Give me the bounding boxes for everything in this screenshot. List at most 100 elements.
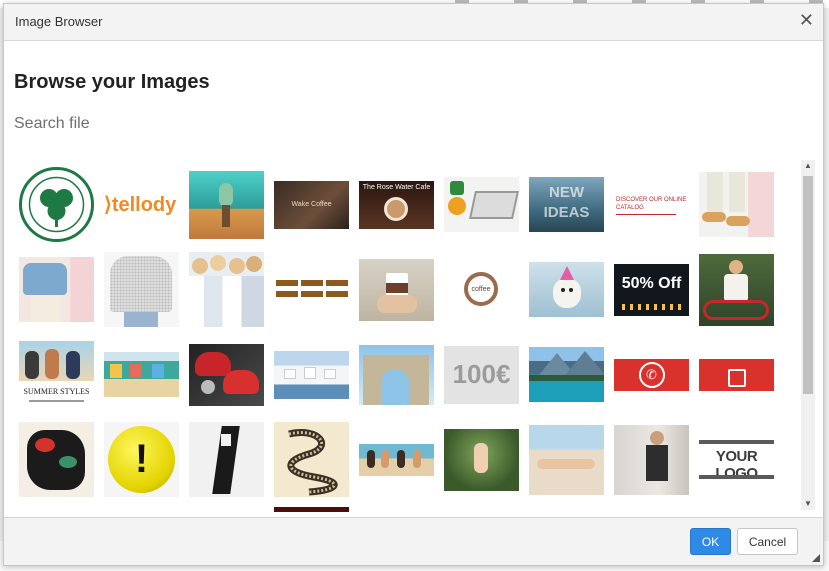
thumbnail[interactable] — [359, 337, 434, 412]
thumbnail[interactable]: coffee — [444, 252, 519, 327]
black-figure-image — [189, 422, 264, 497]
thumbnail-caption: DISCOVER OUR ONLINE CATALOG — [616, 197, 687, 211]
tiger-art-image — [19, 422, 94, 497]
thumbnail[interactable]: ✆ — [614, 337, 689, 412]
image-grid-viewport: ⟩tellody Wake Coffee The Rose Water Cafe — [4, 160, 799, 512]
santorini-image — [274, 350, 349, 399]
thumbnail-caption: NEW IDEAS — [543, 184, 590, 221]
thumbnail-caption: ! — [134, 437, 149, 481]
fifty-off-image: 50% Off — [614, 263, 689, 316]
woman-with-bike-image — [699, 253, 774, 326]
woman-mirror-image — [614, 424, 689, 495]
woman-on-beach-image — [529, 424, 604, 495]
thumbnail[interactable] — [614, 422, 689, 497]
thumbnail[interactable] — [274, 337, 349, 412]
scroll-down-icon[interactable]: ▼ — [801, 498, 815, 510]
coffee-stamp-image: coffee — [444, 252, 519, 327]
desk-laptop-image — [444, 177, 519, 232]
thumbnail[interactable] — [104, 337, 179, 412]
stone-arch-image — [359, 344, 434, 405]
thumbnail[interactable] — [19, 252, 94, 327]
thumbnail[interactable]: DISCOVER OUR ONLINE CATALOG — [614, 167, 689, 242]
thumbnail[interactable] — [189, 252, 264, 327]
shopping-button-image — [699, 358, 774, 391]
thumbnail-caption: 100€ — [452, 359, 511, 389]
tellody-logo-image: ⟩tellody — [104, 190, 179, 220]
thumbnail-caption: coffee — [471, 285, 491, 293]
thumbnail[interactable]: ⟩tellody — [104, 167, 179, 242]
ok-button[interactable]: OK — [690, 528, 731, 555]
page-title: Browse your Images — [14, 71, 210, 93]
thumbnail[interactable]: SUMMER STYLES — [19, 337, 94, 412]
party-dog-image — [529, 262, 604, 317]
hundred-euro-image: 100€ — [444, 345, 519, 404]
thumbnail[interactable] — [444, 422, 519, 497]
close-icon[interactable]: ✕ — [799, 10, 814, 30]
sneakers-image — [699, 172, 774, 237]
tellody-mark-icon: ⟩ — [104, 194, 112, 216]
menu-buttons-image — [274, 275, 349, 304]
coffee-cup-hand-image — [359, 258, 434, 321]
thumbnail[interactable] — [359, 422, 434, 497]
catalog-banner-image: DISCOVER OUR ONLINE CATALOG — [614, 182, 689, 227]
shamrock-crest-image — [19, 167, 94, 242]
thumbnail[interactable] — [699, 337, 774, 412]
colorful-shop-image — [104, 352, 179, 397]
thumbnail[interactable]: 50% Off — [614, 252, 689, 327]
thumbnail-caption: SUMMER STYLES — [23, 387, 90, 396]
beach-group-image — [359, 443, 434, 476]
vertical-scrollbar[interactable]: ▲ ▼ — [801, 160, 815, 510]
thumbnail-caption: tellody — [111, 194, 177, 216]
phone-icon: ✆ — [638, 361, 665, 388]
warning-sign-image: ! — [104, 422, 179, 497]
shopping-bag-icon — [727, 368, 746, 387]
dialog-footer: OK Cancel — [4, 517, 823, 565]
thumbnail[interactable] — [274, 252, 349, 327]
dialog-title: Image Browser — [15, 14, 103, 29]
thumbnail[interactable]: The Rose Water Cafe — [359, 167, 434, 242]
summer-styles-image: SUMMER STYLES — [19, 341, 94, 408]
latte-banner-image: The Rose Water Cafe — [359, 180, 434, 229]
scrollbar-thumb[interactable] — [803, 176, 813, 394]
thumbnail[interactable] — [529, 252, 604, 327]
scroll-up-icon[interactable]: ▲ — [801, 160, 815, 172]
thumbnail[interactable] — [104, 252, 179, 327]
dark-red-partial-image — [274, 507, 349, 512]
thumbnail[interactable]: YOUR LOGO — [699, 422, 774, 497]
thumbnail[interactable] — [274, 507, 349, 512]
resize-handle-icon[interactable] — [812, 554, 820, 562]
image-browser-dialog: Image Browser ✕ Browse your Images Searc… — [3, 3, 824, 566]
thumbnail[interactable]: 100€ — [444, 337, 519, 412]
thumbnail[interactable] — [359, 252, 434, 327]
thumbnail[interactable] — [699, 167, 774, 242]
thumbnail[interactable] — [699, 252, 774, 327]
fashion-off-shoulder-image — [19, 257, 94, 322]
thumbnail[interactable] — [444, 167, 519, 242]
thumbnail[interactable] — [189, 167, 264, 242]
snake-drawing-image — [274, 422, 349, 497]
thumbnail-caption: The Rose Water Cafe — [362, 183, 431, 191]
coffee-sign-image: Wake Coffee — [274, 180, 349, 229]
thumbnail[interactable]: Wake Coffee — [274, 167, 349, 242]
image-grid: ⟩tellody Wake Coffee The Rose Water Cafe — [4, 160, 799, 512]
thumbnail-caption: Wake Coffee — [291, 201, 332, 208]
your-logo-image: YOUR LOGO — [699, 439, 774, 480]
new-ideas-image: NEW IDEAS — [529, 177, 604, 232]
thumbnail[interactable] — [19, 422, 94, 497]
woman-in-grass-image — [444, 428, 519, 491]
phone-button-image: ✆ — [614, 358, 689, 391]
thumbnail-caption: 50% Off — [621, 274, 682, 292]
thumbnail[interactable] — [529, 337, 604, 412]
cartoon-scene-image — [189, 170, 264, 239]
thumbnail[interactable] — [529, 422, 604, 497]
mountain-lake-image — [529, 347, 604, 402]
thumbnail[interactable] — [274, 422, 349, 497]
thumbnail[interactable] — [189, 337, 264, 412]
thumbnail[interactable]: NEW IDEAS — [529, 167, 604, 242]
thumbnail[interactable] — [189, 422, 264, 497]
red-scooters-image — [189, 343, 264, 406]
thumbnail[interactable]: ! — [104, 422, 179, 497]
search-input[interactable] — [12, 110, 316, 138]
cancel-button[interactable]: Cancel — [737, 528, 798, 555]
thumbnail[interactable] — [19, 167, 94, 242]
